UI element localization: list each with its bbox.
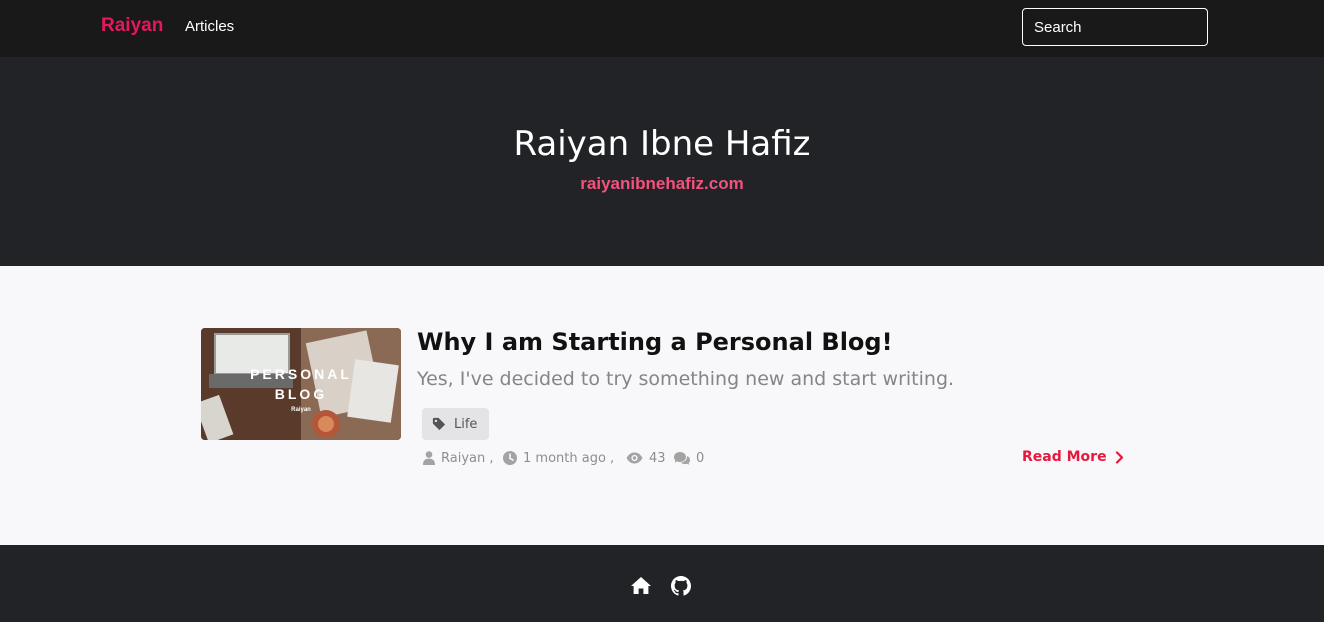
brand-link[interactable]: Raiyan (101, 15, 163, 37)
post-time: 1 month ago , (523, 450, 615, 466)
post-description: Yes, I've decided to try something new a… (417, 368, 955, 390)
thumbnail-caption: Raiyan (291, 407, 311, 413)
read-more-label: Read More (1022, 449, 1107, 465)
thumbnail-text-line1: PERSONAL (250, 366, 352, 382)
search-input[interactable] (1022, 8, 1208, 46)
thumbnail-image: PERSONAL BLOG Raiyan (201, 328, 401, 440)
meta-views: 43 (626, 449, 666, 467)
view-count: 43 (649, 450, 666, 466)
meta-comments: 0 (674, 449, 704, 467)
main-content: PERSONAL BLOG Raiyan Why I am Starting a… (0, 266, 1324, 545)
comment-count: 0 (696, 450, 705, 466)
thumbnail-text-line2: BLOG (275, 386, 327, 402)
author-name: Raiyan , (441, 450, 494, 466)
tag-label: Life (454, 416, 478, 432)
hero-subtitle-link[interactable]: raiyanibnehafiz.com (0, 174, 1324, 194)
chevron-right-icon (1115, 450, 1123, 464)
hero-title: Raiyan Ibne Hafiz (513, 124, 811, 164)
user-icon (423, 451, 435, 465)
footer (0, 545, 1324, 622)
meta-author: Raiyan , (423, 449, 494, 467)
clock-icon (503, 451, 517, 465)
github-icon[interactable] (671, 576, 691, 601)
meta-time: 1 month ago , (503, 449, 614, 467)
post-thumbnail[interactable]: PERSONAL BLOG Raiyan (201, 328, 401, 440)
tag-badge[interactable]: Life (422, 408, 490, 440)
tag-icon (432, 417, 446, 431)
comments-icon (674, 451, 690, 465)
nav-link-articles[interactable]: Articles (185, 18, 234, 35)
navbar: Raiyan Articles (0, 0, 1324, 57)
read-more-link[interactable]: Read More (1022, 449, 1124, 465)
post-title[interactable]: Why I am Starting a Personal Blog! (417, 328, 893, 356)
hero: Raiyan Ibne Hafiz raiyanibnehafiz.com (0, 57, 1324, 266)
eye-icon (626, 452, 643, 464)
home-icon[interactable] (630, 576, 652, 600)
